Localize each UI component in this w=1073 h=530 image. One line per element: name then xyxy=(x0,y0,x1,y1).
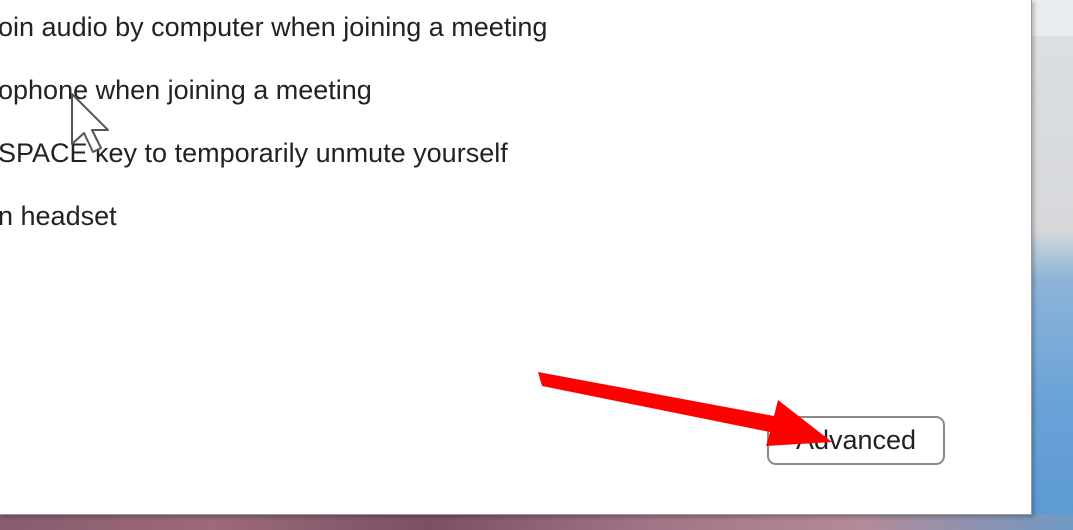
advanced-button[interactable]: Advanced xyxy=(767,416,945,465)
option-mute-microphone-on-join[interactable]: ophone when joining a meeting xyxy=(0,73,372,107)
option-join-audio-by-computer[interactable]: oin audio by computer when joining a mee… xyxy=(0,10,547,44)
option-sync-headset[interactable]: n headset xyxy=(0,199,117,233)
desktop-background-right xyxy=(1031,0,1073,530)
audio-settings-panel: oin audio by computer when joining a mee… xyxy=(0,0,1032,515)
desktop-background-bottom xyxy=(0,514,1073,530)
option-space-to-unmute[interactable]: SPACE key to temporarily unmute yourself xyxy=(0,136,508,170)
